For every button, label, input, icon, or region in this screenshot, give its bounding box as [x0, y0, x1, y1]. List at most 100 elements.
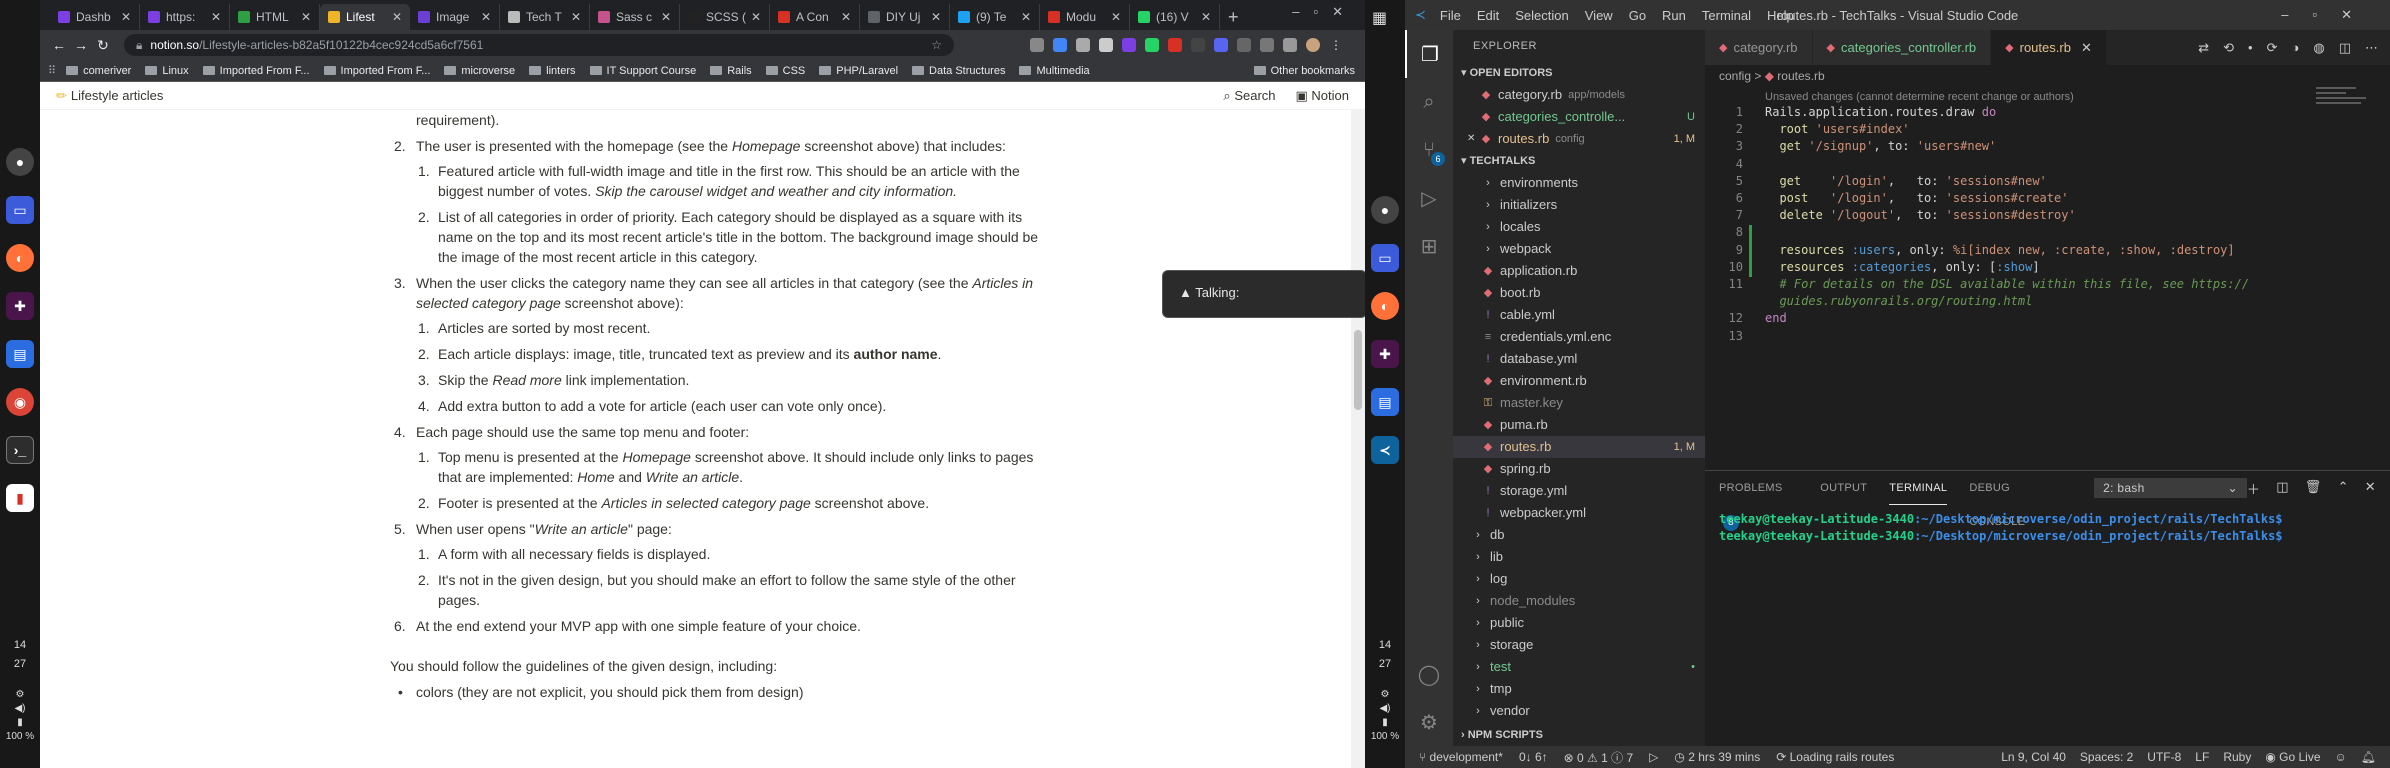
- search-button[interactable]: ⌕ Search: [1223, 88, 1275, 104]
- indentation[interactable]: Spaces: 2: [2080, 750, 2133, 764]
- extension-icon[interactable]: [1260, 38, 1274, 52]
- browser-tab[interactable]: (16) V ✕: [1130, 4, 1220, 30]
- tree-folder[interactable]: › node_modules: [1453, 590, 1705, 612]
- bookmark-folder[interactable]: Linux: [145, 65, 189, 77]
- tree-item[interactable]: ◆ routes.rb 1, M: [1453, 436, 1705, 458]
- tree-item[interactable]: ◆ boot.rb: [1453, 282, 1705, 304]
- minimap[interactable]: [2316, 87, 2376, 127]
- close-icon[interactable]: ✕: [481, 10, 491, 24]
- open-editor-item[interactable]: ◆ categories_controlle... U: [1453, 106, 1705, 128]
- open-editors-header[interactable]: ▾ OPEN EDITORS: [1453, 62, 1705, 84]
- slack-icon[interactable]: ✚: [6, 292, 34, 320]
- window-controls[interactable]: –▫✕: [2281, 7, 2376, 23]
- tree-item[interactable]: ! webpacker.yml: [1453, 502, 1705, 524]
- open-editor-item[interactable]: ◆ category.rb app/models: [1453, 84, 1705, 106]
- tree-folder[interactable]: › vendor: [1453, 700, 1705, 722]
- tree-folder[interactable]: › test •: [1453, 656, 1705, 678]
- chrome-icon[interactable]: ◉: [6, 388, 34, 416]
- search-icon[interactable]: ⌕: [1405, 78, 1453, 126]
- obs-icon[interactable]: ●: [6, 148, 34, 176]
- bookmark-folder[interactable]: comeriver: [66, 65, 131, 77]
- close-icon[interactable]: ✕: [841, 10, 851, 24]
- maximize-panel-icon[interactable]: ⌃: [2338, 479, 2349, 498]
- browser-tab[interactable]: A Con ✕: [770, 4, 860, 30]
- dot-icon[interactable]: •: [2248, 40, 2253, 55]
- tray-icons[interactable]: ⚙ ◀) ▮: [1365, 688, 1405, 730]
- menu-view[interactable]: View: [1585, 8, 1613, 23]
- vscode-icon[interactable]: ≺: [1371, 436, 1399, 464]
- tree-item[interactable]: ! database.yml: [1453, 348, 1705, 370]
- open-editor-item[interactable]: ✕ ◆ routes.rb config 1, M: [1453, 128, 1705, 150]
- extension-icon[interactable]: [1168, 38, 1182, 52]
- project-header[interactable]: ▾ TECHTALKS: [1453, 150, 1705, 172]
- close-icon[interactable]: ✕: [1201, 10, 1211, 24]
- document-viewer-icon[interactable]: ▮: [6, 484, 34, 512]
- tab-debug-console[interactable]: DEBUG CONSOLE: [1969, 471, 2064, 528]
- split-terminal-icon[interactable]: ◫: [2276, 479, 2289, 498]
- notion-button[interactable]: ▣ Notion: [1296, 88, 1349, 104]
- preview-icon[interactable]: ◍: [2313, 40, 2324, 56]
- menu-terminal[interactable]: Terminal: [1702, 8, 1751, 23]
- close-icon[interactable]: ✕: [2081, 40, 2092, 56]
- menu-kebab-icon[interactable]: ⋮: [1329, 38, 1343, 52]
- extension-icon[interactable]: [1099, 38, 1113, 52]
- browser-tab[interactable]: https: ✕: [140, 4, 230, 30]
- breadcrumb-item[interactable]: config: [1719, 69, 1751, 83]
- cursor-position[interactable]: Ln 9, Col 40: [2001, 750, 2066, 764]
- close-icon[interactable]: ✕: [1021, 10, 1031, 24]
- screen-recorder-icon[interactable]: ▭: [1371, 244, 1399, 272]
- extension-icon[interactable]: [1053, 38, 1067, 52]
- close-icon[interactable]: ✕: [751, 10, 761, 24]
- extension-icon[interactable]: [1076, 38, 1090, 52]
- menu-selection[interactable]: Selection: [1515, 8, 1568, 23]
- tree-item[interactable]: › initializers: [1453, 194, 1705, 216]
- account-icon[interactable]: ◯: [1405, 650, 1453, 698]
- avatar[interactable]: [1306, 38, 1320, 52]
- tab-terminal[interactable]: TERMINAL: [1889, 471, 1948, 505]
- screen-recorder-icon[interactable]: ▭: [6, 196, 34, 224]
- bookmark-folder[interactable]: Multimedia: [1019, 65, 1090, 77]
- tree-item[interactable]: ! storage.yml: [1453, 480, 1705, 502]
- close-icon[interactable]: ✕: [121, 10, 131, 24]
- tree-item[interactable]: › environments: [1453, 172, 1705, 194]
- tree-item[interactable]: › locales: [1453, 216, 1705, 238]
- new-terminal-icon[interactable]: ＋: [2247, 479, 2260, 498]
- tree-folder[interactable]: › public: [1453, 612, 1705, 634]
- browser-tab[interactable]: Dashb ✕: [50, 4, 140, 30]
- close-icon[interactable]: ✕: [931, 10, 941, 24]
- terminal-select[interactable]: 2: bash ⌄: [2094, 478, 2247, 498]
- explorer-icon[interactable]: ❐: [1405, 30, 1453, 78]
- browser-tab[interactable]: SCSS (✕: [680, 4, 770, 30]
- tree-item[interactable]: ◆ application.rb: [1453, 260, 1705, 282]
- browser-tab[interactable]: Lifest ✕: [320, 4, 410, 30]
- menu-run[interactable]: Run: [1662, 8, 1686, 23]
- compare-icon[interactable]: ⇄: [2198, 40, 2209, 56]
- extension-icon[interactable]: [1191, 38, 1205, 52]
- tree-item[interactable]: › webpack: [1453, 238, 1705, 260]
- star-icon[interactable]: ☆: [931, 38, 942, 52]
- back-icon[interactable]: ←: [48, 37, 70, 53]
- tree-folder[interactable]: › log: [1453, 568, 1705, 590]
- browser-tab[interactable]: Sass c ✕: [590, 4, 680, 30]
- encoding[interactable]: UTF-8: [2147, 750, 2181, 764]
- close-icon[interactable]: ✕: [1467, 128, 1479, 150]
- problems-status[interactable]: ⊗ 0 ⚠ 1 ⓘ 7: [1564, 749, 1634, 766]
- puzzle-icon[interactable]: [1283, 38, 1297, 52]
- files-icon[interactable]: ▤: [6, 340, 34, 368]
- bookmark-folder[interactable]: CSS: [765, 65, 805, 77]
- close-icon[interactable]: ✕: [571, 10, 581, 24]
- tree-folder[interactable]: › db: [1453, 524, 1705, 546]
- bookmark-folder[interactable]: IT Support Course: [589, 65, 696, 77]
- terminal-icon[interactable]: ›_: [6, 436, 34, 464]
- trash-icon[interactable]: 🗑︎: [2305, 479, 2322, 498]
- bookmark-folder[interactable]: linters: [529, 65, 576, 77]
- bookmark-folder[interactable]: Imported From F...: [323, 65, 430, 77]
- other-bookmarks[interactable]: Other bookmarks: [1253, 65, 1355, 77]
- go-forward-icon[interactable]: ⟳: [2267, 40, 2278, 56]
- close-icon[interactable]: ✕: [211, 10, 221, 24]
- close-icon[interactable]: ✕: [1111, 10, 1121, 24]
- browser-tab[interactable]: Modu ✕: [1040, 4, 1130, 30]
- open-changes-icon[interactable]: ◑: [2292, 40, 2300, 55]
- close-icon[interactable]: ✕: [392, 10, 402, 24]
- go-live-button[interactable]: ◉ Go Live: [2265, 750, 2320, 764]
